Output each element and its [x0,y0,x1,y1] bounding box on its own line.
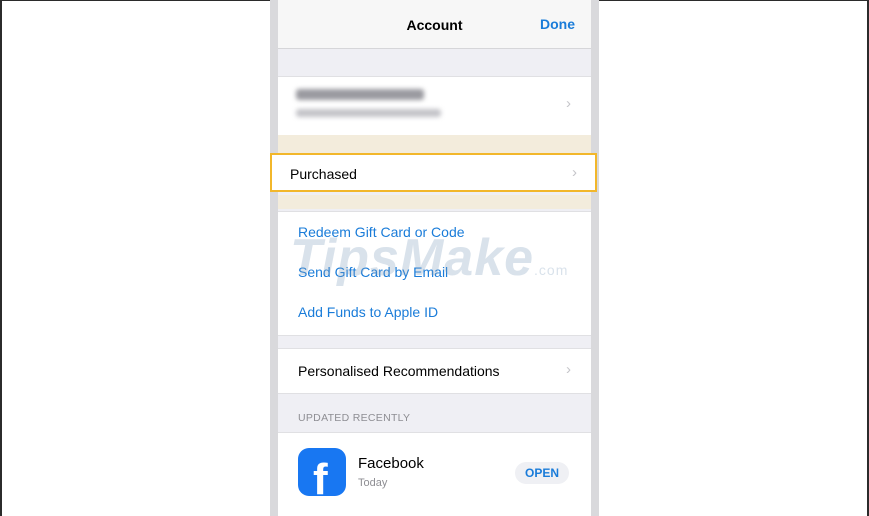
frame-left-border [0,0,2,516]
chevron-right-icon: › [566,361,571,378]
section-header: UPDATED RECENTLY [298,412,411,424]
highlight-spacer-top [278,135,591,153]
app-update-date: Today [358,477,388,489]
apple-id-account-row[interactable]: › [278,76,591,136]
app-name: Facebook [358,455,424,472]
purchased-label: Purchased [290,166,357,182]
updated-app-row[interactable]: f Facebook Today OPEN [278,432,591,512]
purchased-row[interactable]: Purchased › [270,153,597,192]
watermark-logo: TipsMake.com [290,229,569,287]
phone-right-edge [591,0,599,516]
add-funds-link[interactable]: Add Funds to Apple ID [298,304,438,320]
open-app-button[interactable]: OPEN [515,462,569,484]
blurred-account-name [296,89,424,100]
facebook-app-icon: f [298,448,346,496]
recommendations-label: Personalised Recommendations [298,363,500,379]
nav-bar: Account Done [278,0,591,49]
chevron-right-icon: › [566,95,571,112]
done-button[interactable]: Done [540,16,575,32]
highlight-spacer-bottom [278,195,591,209]
blurred-account-email [296,109,441,117]
chevron-right-icon: › [572,164,577,181]
phone-left-edge [270,0,278,516]
personalised-recommendations-row[interactable]: Personalised Recommendations › [278,348,591,394]
